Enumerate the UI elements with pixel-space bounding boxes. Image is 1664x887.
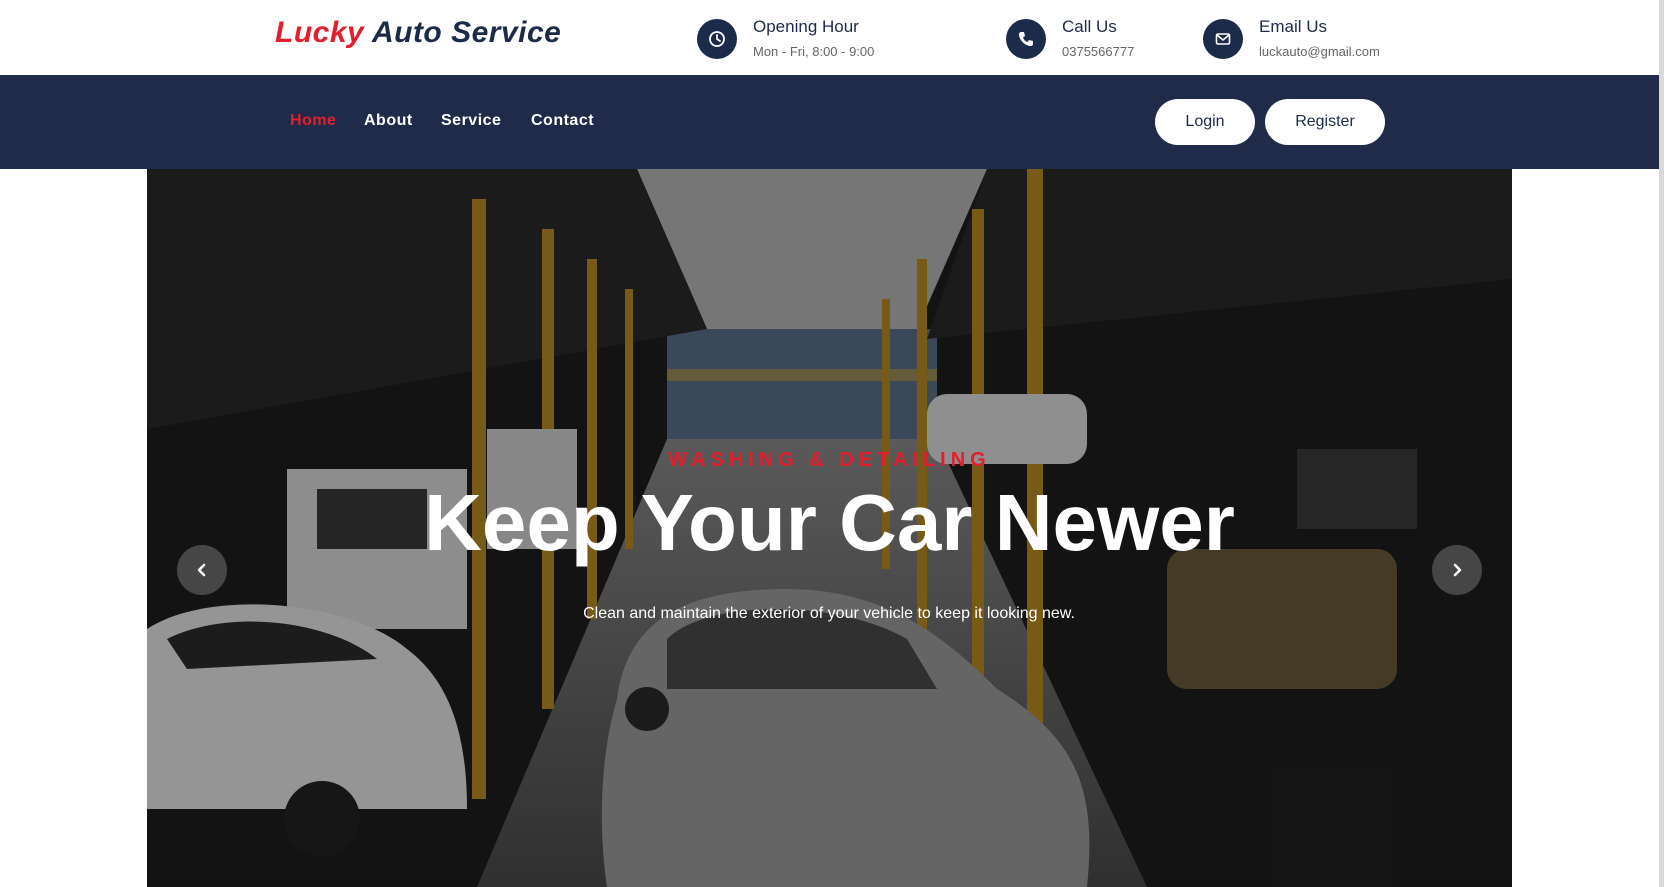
call-us-value[interactable]: 0375566777: [1062, 44, 1134, 59]
top-info-bar: Lucky Auto Service Opening Hour Mon - Fr…: [0, 0, 1664, 75]
email-us-title: Email Us: [1259, 17, 1328, 36]
envelope-icon: [1203, 19, 1243, 59]
phone-icon: [1006, 19, 1046, 59]
brand-name-main: Auto Service: [371, 16, 562, 49]
carousel-next-button[interactable]: [1432, 545, 1482, 595]
nav-contact[interactable]: Contact: [531, 112, 594, 130]
carousel-prev-button[interactable]: [177, 545, 227, 595]
opening-hour-value: Mon - Fri, 8:00 - 9:00: [753, 44, 875, 59]
hero-eyebrow: WASHING & DETAILING: [668, 449, 991, 471]
call-us-title: Call Us: [1062, 17, 1117, 36]
email-us-value[interactable]: luckauto@gmail.com: [1259, 44, 1380, 59]
main-navbar: Home About Service Contact Login Registe…: [0, 75, 1659, 169]
brand-logo[interactable]: Lucky Auto Service: [275, 16, 561, 50]
nav-home[interactable]: Home: [290, 112, 336, 130]
chevron-left-icon: [197, 563, 206, 577]
hero-headline: Keep Your Car Newer: [424, 478, 1235, 567]
hero-description: Clean and maintain the exterior of your …: [583, 605, 1075, 622]
register-button[interactable]: Register: [1265, 99, 1385, 145]
login-button[interactable]: Login: [1155, 99, 1255, 145]
nav-service[interactable]: Service: [441, 112, 501, 130]
hero-carousel: WASHING & DETAILING Keep Your Car Newer …: [147, 169, 1512, 887]
page-scrollbar[interactable]: [1659, 0, 1664, 887]
brand-name-accent: Lucky: [275, 16, 365, 49]
nav-about[interactable]: About: [364, 112, 413, 130]
clock-icon: [697, 19, 737, 59]
chevron-right-icon: [1453, 563, 1462, 577]
opening-hour-title: Opening Hour: [753, 17, 859, 36]
